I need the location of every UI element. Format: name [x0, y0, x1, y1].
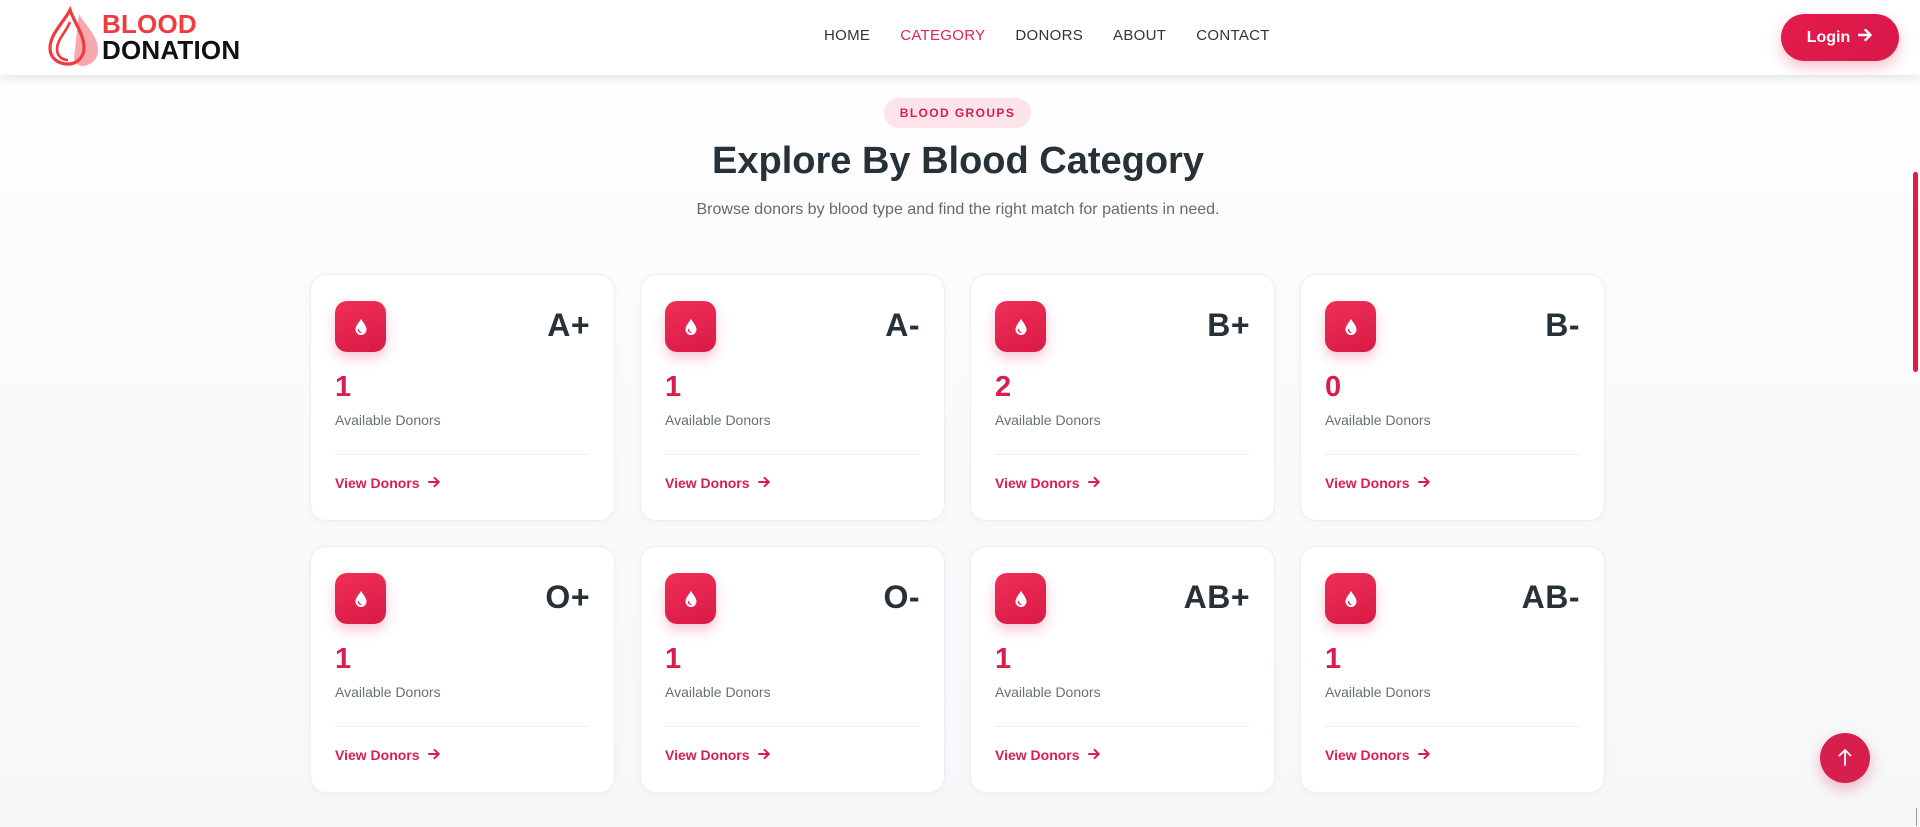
login-button-label: Login: [1806, 28, 1851, 46]
blood-type-label: A-: [885, 307, 920, 343]
donor-count: 1: [335, 643, 352, 675]
donor-count-label: Available Donors: [665, 412, 771, 428]
donor-count-label: Available Donors: [1325, 684, 1431, 700]
blood-card-ab-negative: AB- 1 Available Donors View Donors: [1300, 546, 1605, 793]
blood-category-grid: A+ 1 Available Donors View Donors A- 1 A…: [310, 274, 1607, 794]
scroll-to-top-button[interactable]: [1820, 733, 1870, 783]
blood-card-ab-positive: AB+ 1 Available Donors View Donors: [970, 546, 1275, 793]
nav-item-donors[interactable]: DONORS: [1015, 27, 1083, 44]
blood-type-label: AB-: [1521, 579, 1580, 615]
blood-drop-icon: [1325, 573, 1376, 624]
card-divider: [995, 454, 1250, 455]
donor-count-label: Available Donors: [995, 412, 1101, 428]
view-donors-link[interactable]: View Donors: [995, 475, 1101, 491]
main-nav: HOME CATEGORY DONORS ABOUT CONTACT: [824, 27, 1270, 44]
donor-count: 2: [995, 371, 1012, 403]
view-donors-label: View Donors: [335, 747, 420, 763]
blood-card-b-positive: B+ 2 Available Donors View Donors: [970, 274, 1275, 521]
blood-drop-icon: [1325, 301, 1376, 352]
scrollbar-corner: [1916, 808, 1917, 826]
blood-drop-icon: [995, 573, 1046, 624]
blood-drop-icon: [335, 573, 386, 624]
page-scrollbar-thumb[interactable]: [1913, 172, 1918, 372]
arrow-right-icon: [427, 747, 441, 763]
site-header: BLOOD DONATION HOME CATEGORY DONORS ABOU…: [0, 0, 1920, 75]
blood-drop-icon: [665, 573, 716, 624]
card-divider: [995, 726, 1250, 727]
blood-type-label: A+: [547, 307, 590, 343]
donor-count: 1: [665, 371, 682, 403]
view-donors-label: View Donors: [665, 475, 750, 491]
blood-card-o-negative: O- 1 Available Donors View Donors: [640, 546, 945, 793]
blood-drop-icon: [665, 301, 716, 352]
arrow-right-icon: [1417, 747, 1431, 763]
arrow-right-icon: [427, 475, 441, 491]
view-donors-link[interactable]: View Donors: [995, 747, 1101, 763]
section-badge: BLOOD GROUPS: [884, 98, 1031, 128]
donor-count: 1: [1325, 643, 1342, 675]
arrow-right-icon: [1858, 28, 1873, 47]
view-donors-label: View Donors: [1325, 475, 1410, 491]
blood-card-a-positive: A+ 1 Available Donors View Donors: [310, 274, 615, 521]
donor-count-label: Available Donors: [1325, 412, 1431, 428]
arrow-up-icon: [1837, 747, 1853, 770]
logo-text-blood: BLOOD: [102, 9, 197, 39]
view-donors-link[interactable]: View Donors: [335, 475, 441, 491]
view-donors-label: View Donors: [995, 475, 1080, 491]
blood-type-label: B-: [1545, 307, 1580, 343]
card-divider: [1325, 726, 1580, 727]
logo-text: BLOOD DONATION: [102, 11, 240, 63]
page-scrollbar[interactable]: [1911, 0, 1920, 827]
nav-item-about[interactable]: ABOUT: [1113, 27, 1166, 44]
blood-type-label: O+: [545, 579, 590, 615]
donor-count-label: Available Donors: [335, 412, 441, 428]
arrow-right-icon: [757, 475, 771, 491]
donor-count: 0: [1325, 371, 1342, 403]
donor-count: 1: [665, 643, 682, 675]
donor-count: 1: [995, 643, 1012, 675]
donor-count-label: Available Donors: [335, 684, 441, 700]
logo-text-donation: DONATION: [102, 35, 241, 65]
nav-item-category[interactable]: CATEGORY: [900, 27, 985, 44]
card-divider: [335, 726, 590, 727]
blood-card-o-positive: O+ 1 Available Donors View Donors: [310, 546, 615, 793]
card-divider: [665, 726, 920, 727]
view-donors-link[interactable]: View Donors: [335, 747, 441, 763]
view-donors-link[interactable]: View Donors: [665, 747, 771, 763]
blood-drop-icon: [335, 301, 386, 352]
login-button[interactable]: Login: [1781, 14, 1899, 61]
view-donors-label: View Donors: [665, 747, 750, 763]
blood-type-label: AB+: [1183, 579, 1250, 615]
card-divider: [665, 454, 920, 455]
nav-item-home[interactable]: HOME: [824, 27, 870, 44]
card-divider: [335, 454, 590, 455]
view-donors-link[interactable]: View Donors: [665, 475, 771, 491]
blood-card-b-negative: B- 0 Available Donors View Donors: [1300, 274, 1605, 521]
view-donors-link[interactable]: View Donors: [1325, 747, 1431, 763]
view-donors-label: View Donors: [1325, 747, 1410, 763]
arrow-right-icon: [757, 747, 771, 763]
blood-type-label: B+: [1207, 307, 1250, 343]
blood-drop-icon: [995, 301, 1046, 352]
blood-type-label: O-: [883, 579, 920, 615]
arrow-right-icon: [1087, 747, 1101, 763]
site-logo[interactable]: BLOOD DONATION: [46, 5, 306, 68]
nav-item-contact[interactable]: CONTACT: [1196, 27, 1269, 44]
blood-drop-logo-icon: [46, 5, 102, 68]
donor-count-label: Available Donors: [995, 684, 1101, 700]
card-divider: [1325, 454, 1580, 455]
arrow-right-icon: [1087, 475, 1101, 491]
donor-count-label: Available Donors: [665, 684, 771, 700]
view-donors-link[interactable]: View Donors: [1325, 475, 1431, 491]
view-donors-label: View Donors: [335, 475, 420, 491]
section-subtitle: Browse donors by blood type and find the…: [696, 201, 1220, 218]
section-title: Explore By Blood Category: [712, 140, 1204, 182]
donor-count: 1: [335, 371, 352, 403]
blood-card-a-negative: A- 1 Available Donors View Donors: [640, 274, 945, 521]
view-donors-label: View Donors: [995, 747, 1080, 763]
arrow-right-icon: [1417, 475, 1431, 491]
